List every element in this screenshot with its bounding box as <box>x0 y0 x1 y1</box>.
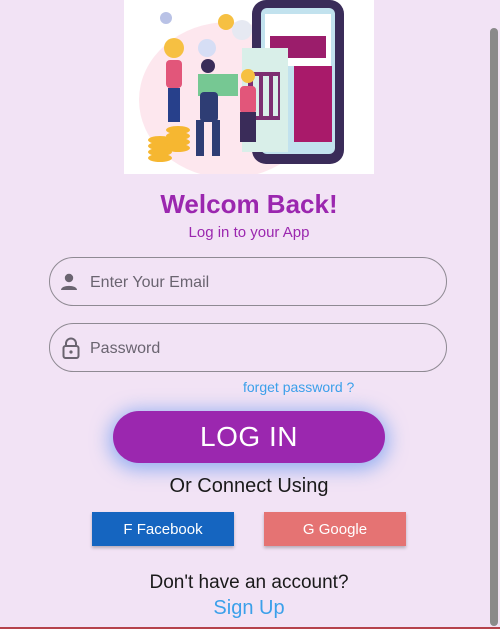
email-input[interactable] <box>88 258 432 307</box>
page-subtitle: Log in to your App <box>188 224 310 241</box>
signup-link[interactable]: Sign Up <box>0 597 498 620</box>
scrollbar[interactable] <box>488 0 500 629</box>
google-login-button[interactable]: G Google <box>264 512 406 546</box>
login-illustration <box>124 0 374 174</box>
password-input[interactable] <box>88 324 432 373</box>
person-icon <box>60 271 82 293</box>
lock-icon <box>60 337 82 359</box>
social-heading: Or Connect Using <box>169 475 329 497</box>
password-field[interactable] <box>49 323 447 373</box>
facebook-login-button[interactable]: F Facebook <box>92 512 234 546</box>
email-field[interactable] <box>49 257 447 307</box>
page-title: Welcom Back! <box>160 189 338 219</box>
signup-prompt: Don't have an account? <box>149 572 349 593</box>
login-button[interactable]: LOG IN <box>113 411 385 463</box>
forgot-password-link[interactable]: forget password ? <box>243 379 354 395</box>
scrollbar-thumb[interactable] <box>490 28 498 626</box>
hero-illustration-svg <box>124 0 374 174</box>
